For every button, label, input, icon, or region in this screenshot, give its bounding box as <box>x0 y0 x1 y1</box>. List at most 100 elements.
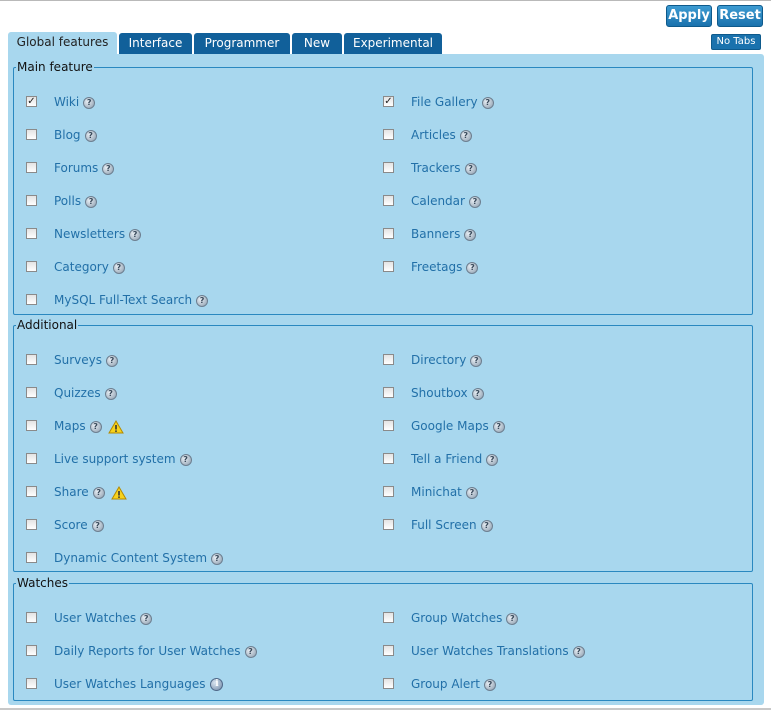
checkbox[interactable] <box>26 552 37 563</box>
feature-label[interactable]: Share? <box>54 485 127 500</box>
feature-label[interactable]: Directory? <box>411 353 483 367</box>
checkbox[interactable] <box>383 387 394 398</box>
feature-label-text[interactable]: Wiki <box>54 95 79 109</box>
feature-label[interactable]: Quizzes? <box>54 386 117 400</box>
feature-label-text[interactable]: Articles <box>411 128 456 142</box>
checkbox[interactable] <box>383 453 394 464</box>
feature-label-text[interactable]: Directory <box>411 353 466 367</box>
checkbox[interactable] <box>383 354 394 365</box>
help-icon[interactable]: ? <box>91 519 104 532</box>
feature-label[interactable]: Polls? <box>54 194 98 208</box>
tab-interface[interactable]: Interface <box>119 33 192 54</box>
feature-label[interactable]: Score? <box>54 518 104 532</box>
help-icon[interactable]: ? <box>481 96 494 109</box>
help-icon[interactable]: ? <box>84 129 97 142</box>
help-icon[interactable]: ? <box>83 96 96 109</box>
checkbox[interactable] <box>26 678 37 689</box>
checkbox[interactable] <box>26 486 37 497</box>
feature-label-text[interactable]: Full Screen <box>411 518 477 532</box>
feature-label[interactable]: MySQL Full-Text Search? <box>54 293 209 307</box>
checkbox[interactable] <box>383 162 394 173</box>
checkbox[interactable] <box>26 420 37 431</box>
help-icon[interactable]: ? <box>464 162 477 175</box>
feature-label-text[interactable]: User Watches <box>54 611 136 625</box>
feature-label[interactable]: Newsletters? <box>54 227 142 241</box>
help-icon[interactable]: ? <box>92 486 105 499</box>
feature-label-text[interactable]: Calendar <box>411 194 465 208</box>
checkbox[interactable] <box>383 519 394 530</box>
feature-label[interactable]: Live support system? <box>54 452 192 466</box>
feature-label-text[interactable]: Surveys <box>54 353 102 367</box>
checkbox[interactable]: ✓ <box>26 96 37 107</box>
feature-label[interactable]: Group Watches? <box>411 611 519 625</box>
feature-label[interactable]: Dynamic Content System? <box>54 551 224 565</box>
help-icon[interactable]: ? <box>140 612 153 625</box>
help-icon[interactable]: ? <box>464 228 477 241</box>
feature-label-text[interactable]: Dynamic Content System <box>54 551 207 565</box>
feature-label[interactable]: User Watches? <box>54 611 153 625</box>
feature-label[interactable]: Full Screen? <box>411 518 493 532</box>
checkbox[interactable] <box>26 129 37 140</box>
help-icon[interactable]: ? <box>104 387 117 400</box>
feature-label[interactable]: Maps? <box>54 419 124 434</box>
checkbox[interactable] <box>26 195 37 206</box>
checkbox[interactable] <box>26 261 37 272</box>
feature-label[interactable]: Minichat? <box>411 485 478 499</box>
help-icon[interactable]: ? <box>459 129 472 142</box>
help-icon[interactable]: ? <box>465 486 478 499</box>
checkbox[interactable] <box>383 486 394 497</box>
feature-label-text[interactable]: Tell a Friend <box>411 452 482 466</box>
feature-label-text[interactable]: Google Maps <box>411 419 489 433</box>
help-icon[interactable]: ? <box>486 453 499 466</box>
feature-label[interactable]: Daily Reports for User Watches? <box>54 644 257 658</box>
feature-label-text[interactable]: Live support system <box>54 452 176 466</box>
checkbox[interactable] <box>26 162 37 173</box>
feature-label-text[interactable]: Shoutbox <box>411 386 468 400</box>
feature-label-text[interactable]: Forums <box>54 161 98 175</box>
feature-label-text[interactable]: Minichat <box>411 485 462 499</box>
feature-label-text[interactable]: Newsletters <box>54 227 125 241</box>
help-icon[interactable]: ? <box>85 195 98 208</box>
help-icon[interactable]: ? <box>466 261 479 274</box>
checkbox[interactable] <box>383 129 394 140</box>
checkbox[interactable] <box>383 612 394 623</box>
checkbox[interactable]: ✓ <box>383 96 394 107</box>
feature-label[interactable]: Surveys? <box>54 353 118 367</box>
apply-button[interactable]: Apply <box>666 5 712 27</box>
feature-label-text[interactable]: Banners <box>411 227 460 241</box>
checkbox[interactable] <box>26 228 37 239</box>
help-icon[interactable]: ? <box>196 294 209 307</box>
feature-label-text[interactable]: Score <box>54 518 88 532</box>
help-icon[interactable]: ? <box>102 162 115 175</box>
checkbox[interactable] <box>26 453 37 464</box>
feature-label[interactable]: Google Maps? <box>411 419 505 433</box>
reset-button[interactable]: Reset <box>717 5 763 27</box>
help-icon[interactable]: ? <box>106 354 118 367</box>
no-tabs-button[interactable]: No Tabs <box>711 34 761 50</box>
feature-label-text[interactable]: Freetags <box>411 260 462 274</box>
feature-label-text[interactable]: Category <box>54 260 109 274</box>
help-icon[interactable]: ? <box>244 645 257 658</box>
feature-label-text[interactable]: Quizzes <box>54 386 101 400</box>
feature-label-text[interactable]: User Watches Languages <box>54 677 205 691</box>
help-icon[interactable]: ? <box>112 261 125 274</box>
feature-label[interactable]: Category? <box>54 260 125 274</box>
help-icon[interactable]: ? <box>483 678 496 691</box>
help-icon[interactable]: ? <box>572 645 585 658</box>
feature-label[interactable]: Freetags? <box>411 260 479 274</box>
checkbox[interactable] <box>383 678 394 689</box>
feature-label-text[interactable]: Group Watches <box>411 611 502 625</box>
feature-label-text[interactable]: Share <box>54 485 89 499</box>
tab-new[interactable]: New <box>292 33 342 54</box>
feature-label[interactable]: Banners? <box>411 227 477 241</box>
feature-label-text[interactable]: Daily Reports for User Watches <box>54 644 241 658</box>
checkbox[interactable] <box>383 228 394 239</box>
help-icon[interactable]: ? <box>470 354 483 367</box>
checkbox[interactable] <box>26 645 37 656</box>
feature-label-text[interactable]: Group Alert <box>411 677 480 691</box>
checkbox[interactable] <box>383 645 394 656</box>
feature-label-text[interactable]: File Gallery <box>411 95 478 109</box>
help-icon[interactable]: ? <box>471 387 484 400</box>
checkbox[interactable] <box>26 519 37 530</box>
feature-label-text[interactable]: Polls <box>54 194 81 208</box>
